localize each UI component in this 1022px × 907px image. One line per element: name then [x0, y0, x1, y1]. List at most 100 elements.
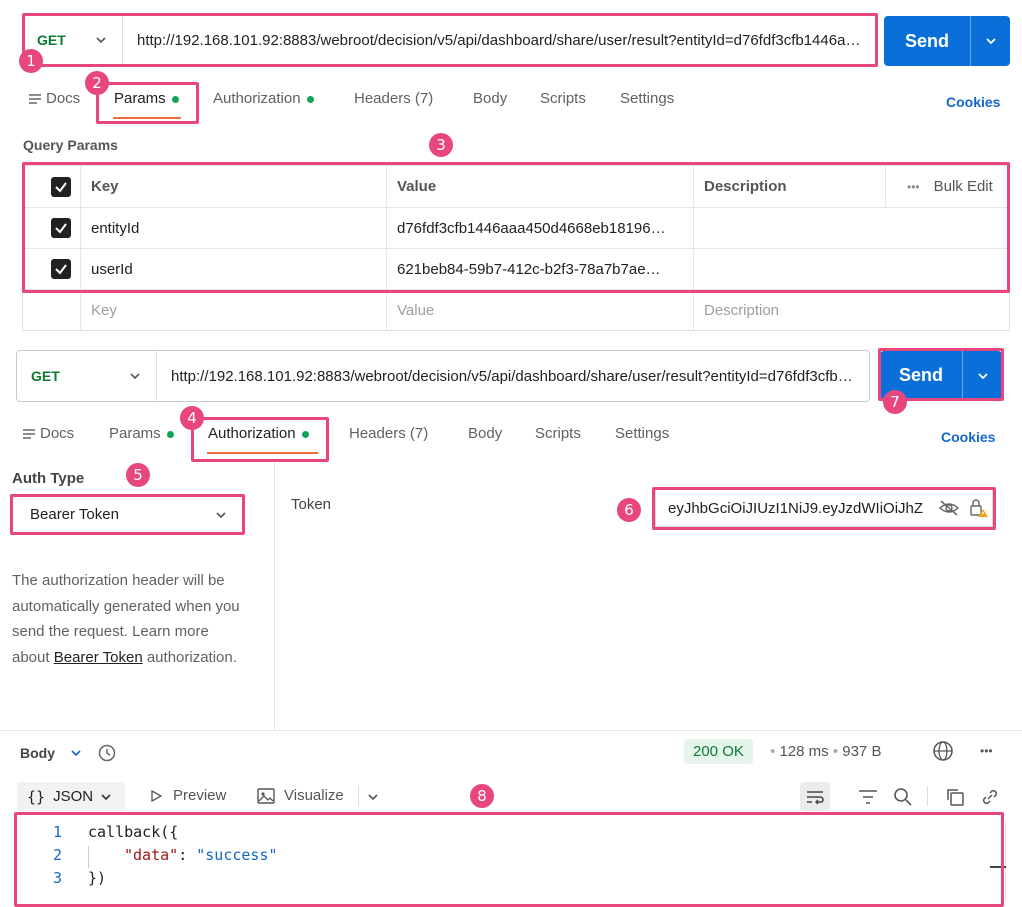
tab-scripts[interactable]: Scripts: [535, 425, 581, 442]
row-checkbox[interactable]: [51, 259, 71, 279]
tab-authorization[interactable]: Authorization: [213, 90, 314, 107]
tab-params-label: Params: [109, 425, 161, 442]
url-input[interactable]: http://192.168.101.92:8883/webroot/decis…: [157, 368, 869, 385]
annotation-badge: 2: [85, 71, 109, 95]
braces-icon: {}: [27, 787, 46, 806]
annotation-badge: 4: [180, 406, 204, 430]
eye-off-icon[interactable]: [938, 499, 960, 517]
tab-params-label: Params: [114, 90, 166, 107]
auth-type-select[interactable]: Bearer Token: [12, 496, 242, 533]
url-bar: GET http://192.168.101.92:8883/webroot/d…: [22, 14, 877, 66]
cookies-link[interactable]: Cookies: [946, 94, 1000, 110]
tab-params[interactable]: Params: [114, 90, 179, 107]
row-checkbox[interactable]: [51, 218, 71, 238]
method-select[interactable]: GET: [17, 351, 157, 401]
status-dot: [306, 95, 314, 103]
param-key[interactable]: entityId: [81, 208, 386, 248]
copy-icon[interactable]: [945, 787, 965, 807]
method-label: GET: [37, 32, 66, 48]
search-icon[interactable]: [893, 787, 913, 807]
param-value[interactable]: d76fdf3cfb1446aaa450d4668eb18196…: [387, 208, 687, 248]
docs-icon: [23, 429, 35, 439]
scrollbar-thumb[interactable]: [990, 866, 1006, 868]
col-description-header: Description: [704, 178, 787, 195]
table-row: userId 621beb84-59b7-412c-b2f3-78a7b7ae…: [23, 248, 1009, 289]
chevron-down-icon: [130, 373, 140, 380]
active-tab-underline: [113, 117, 181, 119]
check-icon: [55, 264, 67, 275]
tab-body[interactable]: Body: [468, 425, 502, 442]
tab-headers[interactable]: Headers (7): [349, 425, 428, 442]
auth-type-value: Bearer Token: [30, 506, 119, 523]
tab-scripts[interactable]: Scripts: [540, 90, 586, 107]
tab-settings[interactable]: Settings: [615, 425, 669, 442]
cookies-link[interactable]: Cookies: [941, 429, 995, 445]
tab-headers-label: Headers (7): [354, 90, 434, 107]
send-options-button[interactable]: [970, 16, 1010, 66]
tab-settings-label: Settings: [620, 90, 675, 107]
tab-docs[interactable]: Docs: [28, 90, 80, 107]
tab-settings[interactable]: Settings: [620, 90, 674, 107]
annotation-badge: 6: [617, 498, 641, 522]
url-input[interactable]: http://192.168.101.92:8883/webroot/decis…: [123, 32, 876, 49]
chevron-down-icon[interactable]: [366, 790, 380, 804]
token-input[interactable]: eyJhbGciOiJIUzI1NiJ9.eyJzdWIiOiJhZ: [655, 489, 993, 527]
tab-body-label: Body: [468, 425, 503, 442]
tab-scripts-label: Scripts: [535, 425, 581, 442]
tab-body[interactable]: Body: [473, 90, 507, 107]
new-value-input[interactable]: Value: [387, 290, 434, 331]
history-icon[interactable]: [97, 743, 117, 763]
docs-icon: [29, 94, 41, 104]
send-label: Send: [904, 30, 949, 51]
tab-docs[interactable]: Docs: [22, 425, 74, 442]
select-all-checkbox[interactable]: [51, 176, 71, 197]
tab-authorization-label: Authorization: [213, 90, 301, 107]
param-value[interactable]: 621beb84-59b7-412c-b2f3-78a7b7ae…: [387, 249, 687, 289]
tab-settings-label: Settings: [615, 425, 670, 442]
link-icon[interactable]: [980, 787, 1000, 807]
format-select[interactable]: {} JSON: [17, 782, 125, 811]
response-body-label[interactable]: Body: [20, 743, 117, 763]
query-params-title: Query Params: [23, 137, 118, 153]
globe-icon[interactable]: [932, 740, 954, 762]
col-key-header: Key: [91, 178, 119, 195]
toolbar-separator: [358, 786, 359, 806]
visualize-button[interactable]: Visualize: [257, 787, 344, 804]
response-time: • 128 ms • 937 B: [770, 743, 882, 760]
send-button[interactable]: Send: [884, 16, 1010, 66]
tab-authorization[interactable]: Authorization: [208, 425, 309, 442]
more-icon[interactable]: •••: [980, 744, 993, 758]
preview-button[interactable]: Preview: [149, 787, 226, 804]
toolbar-separator: [927, 786, 928, 806]
new-description-input[interactable]: Description: [694, 290, 779, 331]
tab-params[interactable]: Params: [109, 425, 174, 442]
response-code-view[interactable]: 1 callback({ 2 "data": "success" 3 }): [16, 814, 1006, 906]
bearer-token-link[interactable]: Bearer Token: [54, 649, 143, 666]
bulk-edit-button[interactable]: ••• Bulk Edit: [897, 166, 993, 207]
chevron-down-icon: [96, 37, 106, 44]
status-dot: [171, 95, 179, 103]
filter-icon[interactable]: [858, 788, 878, 806]
code-line: 2 "data": "success": [16, 846, 278, 868]
table-row-empty: Key Value Description: [23, 289, 1009, 331]
chevron-down-icon: [71, 750, 81, 757]
table-row: entityId d76fdf3cfb1446aaa450d4668eb1819…: [23, 207, 1009, 248]
tab-headers[interactable]: Headers (7): [354, 90, 433, 107]
param-key[interactable]: userId: [81, 249, 386, 289]
response-divider: [0, 730, 1022, 731]
lock-warning-icon[interactable]: [968, 498, 990, 518]
wrap-toggle[interactable]: [800, 782, 830, 811]
auth-divider: [274, 462, 275, 730]
send-options-button[interactable]: [962, 351, 1002, 400]
annotation-badge: 7: [883, 390, 907, 414]
param-description[interactable]: [694, 249, 994, 289]
scrollbar[interactable]: [1005, 822, 1006, 902]
table-header-row: Key Value Description ••• Bulk Edit: [23, 166, 1009, 207]
tab-docs-label: Docs: [40, 425, 75, 442]
check-icon: [55, 181, 67, 193]
params-table: Key Value Description ••• Bulk Edit enti…: [22, 165, 1010, 331]
new-key-input[interactable]: Key: [81, 290, 117, 331]
wrap-lines-icon: [807, 790, 824, 804]
param-description[interactable]: [694, 208, 994, 248]
tab-headers-label: Headers (7): [349, 425, 429, 442]
